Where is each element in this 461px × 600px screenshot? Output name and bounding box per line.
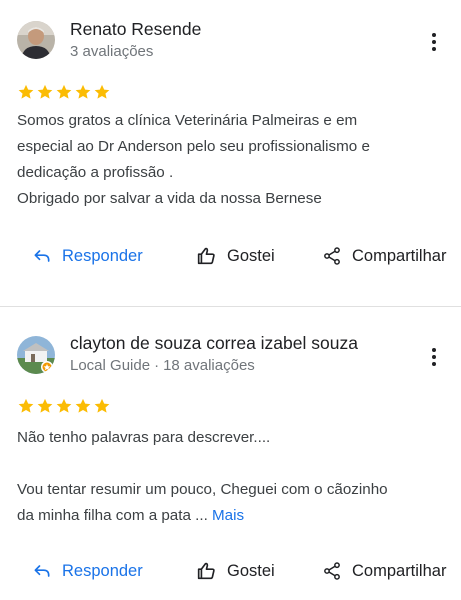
star-icon: [37, 84, 53, 99]
thumb-up-icon: [197, 247, 215, 265]
share-button[interactable]: Compartilhar: [322, 556, 446, 586]
share-label: Compartilhar: [352, 246, 447, 265]
author-name[interactable]: Renato Resende: [70, 19, 201, 40]
review-count: 18 avaliações: [163, 357, 255, 374]
share-icon: [324, 562, 340, 580]
more-vert-icon[interactable]: [424, 345, 444, 369]
star-icon: [94, 398, 110, 413]
star-icon: [75, 398, 91, 413]
review-text-line-last: da minha filha com a pata ... Mais: [17, 503, 447, 529]
like-label: Gostei: [227, 561, 275, 580]
review-actions: Responder Gostei Compartilhar: [0, 241, 461, 271]
star-icon: [75, 84, 91, 99]
star-icon: [56, 398, 72, 413]
reply-arrow-icon: [34, 565, 50, 577]
review-text: Não tenho palavras para descrever.... Vo…: [17, 425, 447, 529]
more-vert-icon[interactable]: [424, 30, 444, 54]
divider: [0, 306, 461, 307]
star-icon: [18, 398, 34, 413]
review-count: 3 avaliações: [70, 43, 154, 60]
like-button[interactable]: Gostei: [195, 556, 275, 586]
star-icon: [37, 398, 53, 413]
review-text-line: Obrigado por salvar a vida da nossa Bern…: [17, 190, 322, 207]
thumb-up-icon: [197, 562, 215, 580]
author-name[interactable]: clayton de souza correa izabel souza: [70, 333, 358, 354]
star-rating: [17, 397, 111, 415]
review-text-line: especial ao Dr Anderson pelo seu profiss…: [17, 138, 370, 155]
star-icon: [18, 84, 34, 99]
reply-label: Responder: [62, 561, 143, 580]
review-text-line: dedicação a profissão .: [17, 164, 174, 181]
reply-arrow-icon: [34, 250, 50, 262]
star-icon: [56, 84, 72, 99]
reply-button[interactable]: Responder: [32, 556, 143, 586]
reply-button[interactable]: Responder: [32, 241, 143, 271]
avatar[interactable]: [17, 21, 55, 59]
star-icon: [94, 84, 110, 99]
share-icon: [324, 247, 340, 265]
share-button[interactable]: Compartilhar: [322, 241, 446, 271]
review-text-line: Não tenho palavras para descrever....: [17, 429, 271, 446]
review-card: Renato Resende 3 avaliações Somos gratos…: [0, 0, 461, 306]
review-card: clayton de souza correa izabel souza Loc…: [0, 314, 461, 600]
local-guide-label: Local Guide: [70, 357, 151, 374]
more-link[interactable]: Mais: [212, 507, 244, 524]
review-text-line: da minha filha com a pata ...: [17, 507, 208, 524]
separator-dot: ·: [154, 357, 160, 374]
review-text: Somos gratos a clínica Veterinária Palme…: [17, 108, 447, 212]
like-label: Gostei: [227, 246, 275, 265]
review-actions: Responder Gostei Compartilhar: [0, 556, 461, 586]
like-button[interactable]: Gostei: [195, 241, 275, 271]
reviewer-info: Local Guide · 18 avaliações: [70, 357, 255, 374]
review-text-line: [17, 451, 447, 477]
share-label: Compartilhar: [352, 561, 447, 580]
reply-label: Responder: [62, 246, 143, 265]
avatar[interactable]: [17, 336, 55, 374]
review-text-line: Somos gratos a clínica Veterinária Palme…: [17, 112, 358, 129]
review-text-line: Vou tentar resumir um pouco, Cheguei com…: [17, 481, 388, 498]
star-rating: [17, 83, 111, 101]
